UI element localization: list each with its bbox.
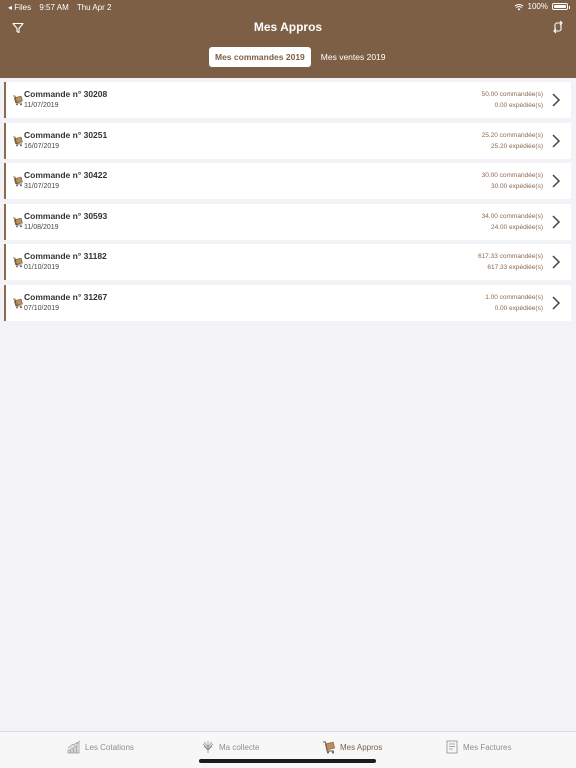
order-quantity-shipped: 24.00 expédiée(s)	[490, 223, 543, 231]
order-date: 11/08/2019	[24, 223, 59, 231]
battery-icon	[552, 3, 570, 10]
status-time: 9:57 AM	[39, 3, 69, 12]
tab-label: Les Cotations	[85, 742, 134, 752]
tab-label: Ma collecte	[219, 742, 260, 752]
home-indicator	[199, 759, 376, 763]
chevron-right-icon	[552, 255, 561, 269]
order-date: 11/07/2019	[24, 102, 59, 109]
tab-les-cotations[interactable]: Les Cotations	[67, 739, 134, 755]
tab-label: Mes Factures	[463, 742, 512, 752]
order-title: Commande n° 30208	[24, 89, 108, 99]
cart-icon	[323, 741, 336, 754]
order-date: 07/10/2019	[24, 304, 60, 312]
order-title: Commande n° 31267	[24, 291, 108, 302]
tab-ma-collecte[interactable]: Ma collecte	[201, 739, 259, 755]
sync-icon	[553, 20, 563, 34]
order-quantity-ordered: 1.00 commandée(s)	[485, 293, 543, 301]
chevron-right-icon	[552, 133, 561, 148]
order-title: Commande n° 30593	[24, 210, 108, 221]
back-to-app-link[interactable]: ◂ Files	[8, 3, 31, 12]
tab-mes-factures[interactable]: Mes Factures	[445, 739, 511, 755]
cart-icon	[13, 257, 23, 268]
order-quantity-shipped: 30.00 expédiée(s)	[490, 183, 543, 190]
order-quantity-ordered: 25.20 commandée(s)	[481, 131, 543, 139]
order-quantity-ordered: 617.33 commandée(s)	[477, 253, 543, 260]
segment-my-sales[interactable]: Mes ventes 2019	[315, 47, 392, 67]
order-title: Commande n° 30251	[24, 129, 108, 140]
order-date: 01/10/2019	[24, 264, 60, 271]
tab-label: Mes Appros	[340, 742, 383, 752]
status-right: 100%	[514, 2, 570, 11]
status-bar: ◂ Files 9:57 AM Thu Apr 2 100%	[0, 0, 576, 14]
wheat-icon	[202, 741, 214, 753]
order-quantity-shipped: 0.00 expédiée(s)	[494, 102, 543, 109]
cart-icon	[13, 95, 23, 106]
order-title: Commande n° 30422	[24, 170, 108, 180]
chevron-right-icon	[552, 214, 561, 229]
cart-icon	[13, 136, 23, 146]
order-quantity-shipped: 617.33 expédiée(s)	[487, 264, 543, 271]
order-quantity-ordered: 30.00 commandée(s)	[481, 172, 543, 179]
battery-percent: 100%	[527, 2, 548, 11]
order-row[interactable]: Commande n° 31267 07/10/2019 1.00 comman…	[4, 284, 571, 321]
order-quantity-shipped: 0.00 expédiée(s)	[494, 304, 543, 312]
sync-button[interactable]	[550, 19, 566, 35]
order-row[interactable]: Commande n° 30422 31/07/2019 30.00 comma…	[4, 163, 571, 199]
nav-header: ◂ Files 9:57 AM Thu Apr 2 100% Mes Appro…	[0, 0, 576, 78]
chart-icon	[67, 740, 81, 754]
order-title: Commande n° 31182	[24, 251, 107, 261]
wifi-icon	[514, 3, 523, 10]
order-quantity-shipped: 25.20 expédiée(s)	[490, 142, 543, 150]
segment-my-orders[interactable]: Mes commandes 2019	[209, 47, 311, 67]
invoice-icon	[446, 740, 458, 754]
chevron-right-icon	[552, 295, 561, 310]
order-quantity-ordered: 34.00 commandée(s)	[481, 212, 543, 220]
order-date: 31/07/2019	[24, 183, 60, 190]
order-row[interactable]: Commande n° 31182 01/10/2019 617.33 comm…	[4, 244, 571, 280]
order-row[interactable]: Commande n° 30593 11/08/2019 34.00 comma…	[4, 203, 571, 240]
order-row[interactable]: Commande n° 30251 16/07/2019 25.20 comma…	[4, 122, 571, 159]
cart-icon	[13, 217, 23, 227]
status-left: ◂ Files 9:57 AM Thu Apr 2	[8, 3, 118, 12]
orders-list: Commande n° 30208 11/07/2019 50.00 comma…	[4, 82, 571, 325]
order-row[interactable]: Commande n° 30208 11/07/2019 50.00 comma…	[4, 82, 571, 118]
order-date: 16/07/2019	[24, 142, 60, 150]
tab-mes-appros[interactable]: Mes Appros	[322, 739, 382, 755]
year-segmented-control: Mes commandes 2019 Mes ventes 2019	[209, 47, 392, 67]
page-title: Mes Appros	[253, 20, 323, 34]
cart-icon	[13, 176, 23, 187]
cart-icon	[13, 298, 23, 308]
status-date: Thu Apr 2	[76, 3, 112, 12]
chevron-right-icon	[552, 93, 561, 107]
order-quantity-ordered: 50.00 commandée(s)	[481, 91, 543, 98]
chevron-right-icon	[552, 174, 561, 188]
